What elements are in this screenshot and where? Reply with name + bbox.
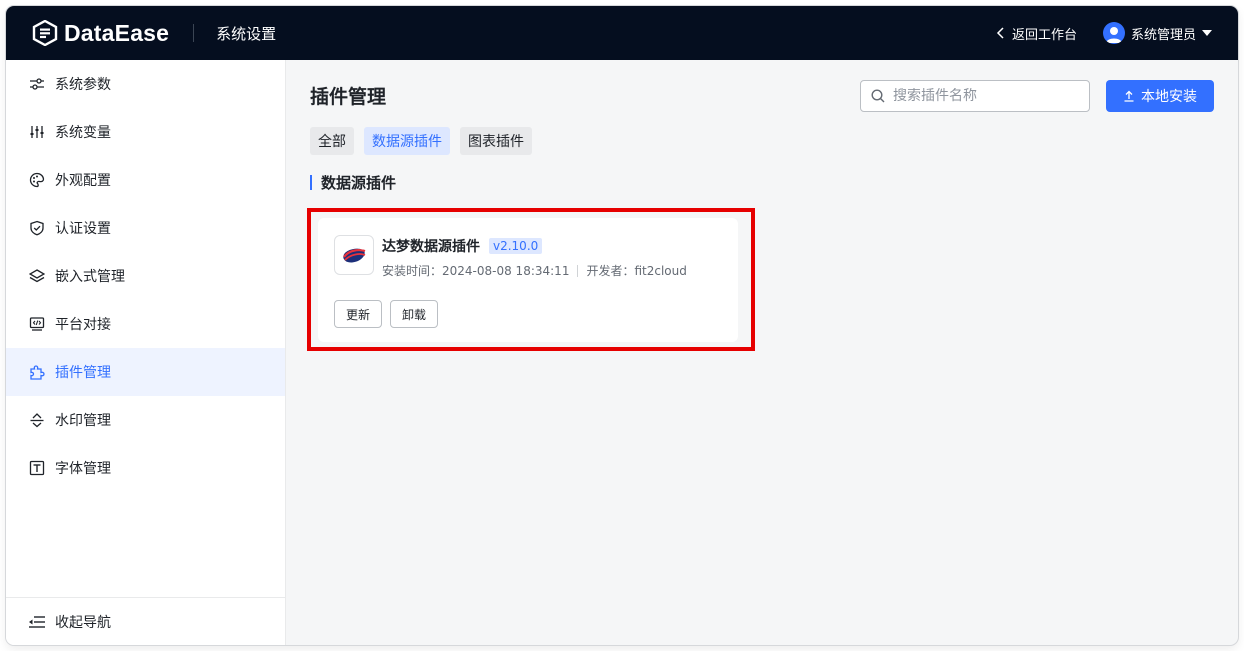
section-title: 数据源插件: [310, 172, 396, 193]
sidebar-item-fonts[interactable]: 字体管理: [6, 444, 285, 492]
plugin-type-tabs: 全部 数据源插件 图表插件: [310, 127, 542, 155]
user-icon: [1105, 27, 1122, 43]
sidebar-item-plugins[interactable]: 插件管理: [6, 348, 285, 396]
sidebar-item-label: 平台对接: [55, 317, 111, 333]
sidebar-item-system-params[interactable]: 系统参数: [6, 60, 285, 108]
tab-all[interactable]: 全部: [310, 127, 354, 155]
sliders-icon: [28, 75, 46, 93]
user-menu[interactable]: 系统管理员: [1102, 22, 1212, 44]
section-accent-bar: [310, 175, 312, 190]
sidebar-item-embedded[interactable]: 嵌入式管理: [6, 252, 285, 300]
sidebar-item-label: 系统变量: [55, 125, 111, 141]
plugin-search[interactable]: [860, 80, 1090, 112]
header-title: 系统设置: [216, 24, 277, 43]
font-icon: [28, 459, 46, 477]
local-install-button[interactable]: 本地安装: [1106, 80, 1214, 112]
sidebar-item-label: 嵌入式管理: [55, 269, 125, 285]
tab-chart-plugins[interactable]: 图表插件: [460, 127, 532, 155]
shield-icon: [28, 219, 46, 237]
sidebar-item-label: 认证设置: [55, 221, 111, 237]
sidebar-item-label: 字体管理: [55, 461, 111, 477]
sidebar-item-label: 外观配置: [55, 173, 111, 189]
caret-down-icon: [1202, 30, 1212, 36]
sidebar: 系统参数 系统变量 外观配置 认证设置 嵌入式管理 平台对接 插件管理 水印管理…: [6, 60, 286, 645]
puzzle-icon: [28, 363, 46, 381]
header-divider: [193, 24, 195, 42]
platform-icon: [28, 315, 46, 333]
sidebar-item-label: 系统参数: [55, 77, 111, 93]
sidebar-item-label: 水印管理: [55, 413, 111, 429]
layers-icon: [28, 267, 46, 285]
section-title-text: 数据源插件: [321, 174, 397, 192]
sidebar-item-auth-settings[interactable]: 认证设置: [6, 204, 285, 252]
sidebar-item-watermark[interactable]: 水印管理: [6, 396, 285, 444]
upload-icon: [1124, 90, 1134, 102]
back-label: 返回工作台: [1011, 27, 1077, 43]
watermark-icon: [28, 411, 46, 429]
search-icon: [871, 89, 885, 103]
brand-name: DataEase: [64, 19, 170, 46]
collapse-nav-button[interactable]: 收起导航: [6, 597, 286, 645]
sidebar-item-appearance[interactable]: 外观配置: [6, 156, 285, 204]
collapse-menu-icon: [28, 613, 46, 631]
highlight-box: [307, 208, 755, 351]
sidebar-item-label: 插件管理: [55, 365, 111, 381]
chevron-left-icon: [996, 27, 1004, 39]
user-name: 系统管理员: [1130, 27, 1196, 43]
palette-icon: [28, 171, 46, 189]
collapse-nav-label: 收起导航: [55, 614, 111, 631]
page-title: 插件管理: [310, 86, 387, 108]
tab-datasource-plugins[interactable]: 数据源插件: [364, 127, 450, 155]
brand-logo[interactable]: DataEase: [32, 20, 169, 47]
dataease-logo-icon: [32, 20, 58, 46]
variable-icon: [28, 123, 46, 141]
main-content: 插件管理 本地安装 全部 数据源插件 图表插件 数据源插件: [286, 60, 1238, 645]
avatar: [1102, 22, 1125, 44]
sidebar-item-platform[interactable]: 平台对接: [6, 300, 285, 348]
back-to-workbench-link[interactable]: 返回工作台: [996, 24, 1077, 43]
search-input[interactable]: [893, 88, 1073, 104]
app-window: DataEase 系统设置 返回工作台 系统管理员 系统参数 系统变量 外观配置…: [6, 6, 1238, 645]
install-label: 本地安装: [1141, 89, 1197, 105]
top-header: DataEase 系统设置 返回工作台 系统管理员: [6, 6, 1238, 60]
sidebar-item-system-variables[interactable]: 系统变量: [6, 108, 285, 156]
